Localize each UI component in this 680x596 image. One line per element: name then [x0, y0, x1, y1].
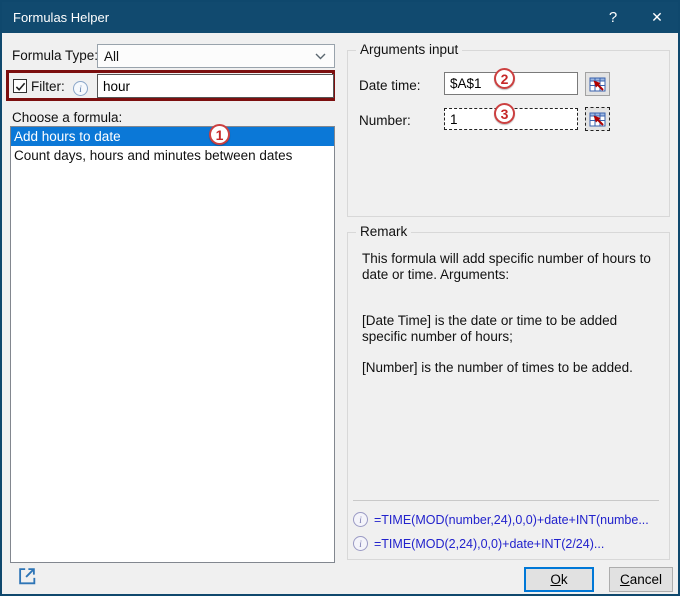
remark-paragraph: This formula will add specific number of… [362, 251, 661, 283]
date-time-range-select-button[interactable] [585, 72, 610, 96]
remark-text: This formula will add specific number of… [362, 251, 661, 406]
formula-listbox[interactable]: Add hours to date Count days, hours and … [10, 126, 335, 563]
close-icon[interactable]: ✕ [642, 2, 672, 33]
info-icon[interactable]: i [353, 536, 368, 551]
check-icon [15, 81, 26, 92]
formula-example-generic[interactable]: i =TIME(MOD(number,24),0,0)+date+INT(num… [353, 512, 665, 527]
divider [353, 500, 659, 501]
info-icon[interactable]: i [73, 81, 88, 96]
range-select-icon [589, 112, 606, 127]
filter-checkbox[interactable] [13, 79, 27, 93]
filter-label: Filter: [31, 79, 65, 94]
formula-text: =TIME(MOD(2,24),0,0)+date+INT(2/24)... [374, 537, 604, 551]
ok-button-label: Ok [550, 572, 567, 587]
cancel-button[interactable]: Cancel [609, 567, 673, 592]
titlebar: Formulas Helper [2, 2, 678, 33]
list-item-add-hours[interactable]: Add hours to date [11, 127, 334, 146]
formula-text: =TIME(MOD(number,24),0,0)+date+INT(numbe… [374, 513, 649, 527]
number-range-select-button[interactable] [585, 107, 610, 131]
number-label: Number: [359, 113, 411, 128]
remark-group-label: Remark [356, 224, 411, 239]
range-select-icon [589, 77, 606, 92]
window-title: Formulas Helper [2, 10, 109, 25]
remark-paragraph: [Date Time] is the date or time to be ad… [362, 313, 661, 345]
share-button[interactable] [14, 564, 40, 590]
step-badge-2: 2 [494, 68, 515, 89]
ok-button[interactable]: Ok [524, 567, 594, 592]
info-icon[interactable]: i [353, 512, 368, 527]
step-badge-3: 3 [494, 103, 515, 124]
date-time-label: Date time: [359, 78, 421, 93]
formula-type-value: All [98, 49, 315, 64]
formula-example-concrete[interactable]: i =TIME(MOD(2,24),0,0)+date+INT(2/24)... [353, 536, 665, 551]
choose-formula-label: Choose a formula: [12, 110, 122, 125]
formulas-helper-dialog: Formulas Helper ? ✕ Formula Type: All Fi… [0, 0, 680, 596]
formula-type-label: Formula Type: [12, 48, 98, 63]
step-badge-1: 1 [209, 124, 230, 145]
chevron-down-icon [315, 53, 334, 60]
cancel-button-label: Cancel [620, 572, 662, 587]
filter-input[interactable] [97, 74, 334, 98]
external-link-icon [16, 565, 38, 587]
help-button[interactable]: ? [598, 2, 628, 33]
remark-group: Remark This formula will add specific nu… [347, 232, 670, 560]
formula-type-select[interactable]: All [97, 44, 335, 68]
list-item-count-days[interactable]: Count days, hours and minutes between da… [11, 146, 334, 165]
arguments-group-label: Arguments input [356, 42, 462, 57]
remark-paragraph: [Number] is the number of times to be ad… [362, 360, 661, 376]
